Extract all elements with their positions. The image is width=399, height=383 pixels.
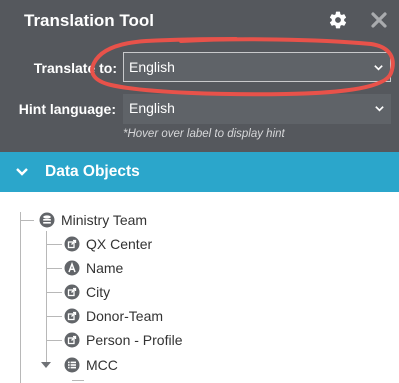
- tree-node-root[interactable]: Ministry Team: [39, 209, 147, 231]
- data-objects-tree: Ministry Team QX Center Name City Donor-…: [0, 200, 399, 383]
- tree-node-label: City: [86, 284, 111, 300]
- close-icon[interactable]: [369, 10, 389, 30]
- tree-node[interactable]: Person - Profile: [64, 329, 182, 351]
- hint-language-value: English: [129, 100, 175, 116]
- tree-node-label: Donor-Team: [86, 308, 164, 324]
- text-field-icon: [64, 260, 80, 276]
- chevron-down-icon: [375, 106, 384, 112]
- hint-language-select[interactable]: English: [123, 94, 391, 124]
- list-icon: [64, 357, 80, 373]
- data-objects-title: Data Objects: [45, 163, 140, 180]
- database-icon: [39, 212, 55, 228]
- tree-node-label: Ministry Team: [61, 212, 148, 228]
- tree-node-mcc[interactable]: MCC: [64, 354, 118, 376]
- translation-tool-panel: Translation Tool Translate to: English H…: [0, 0, 399, 152]
- hint-note: *Hover over label to display hint: [123, 128, 285, 140]
- tree-node[interactable]: Name: [64, 257, 123, 279]
- gear-icon[interactable]: [328, 10, 348, 30]
- tree-node[interactable]: Donor-Team: [64, 305, 163, 327]
- link-icon: [64, 308, 80, 324]
- tree-node-label: Name: [86, 260, 124, 276]
- data-objects-header[interactable]: Data Objects: [0, 152, 399, 192]
- caret-down-icon[interactable]: [41, 361, 51, 369]
- tree-node-label: Person - Profile: [86, 332, 183, 348]
- link-icon: [64, 236, 80, 252]
- panel-title: Translation Tool: [24, 11, 155, 30]
- translate-to-value: English: [129, 59, 175, 75]
- chevron-down-icon: [374, 65, 383, 71]
- tree-node-label: MCC: [86, 357, 118, 373]
- link-icon: [64, 332, 80, 348]
- chevron-down-icon: [16, 168, 28, 176]
- translate-to-label: Translate to:: [33, 60, 117, 76]
- translate-to-select[interactable]: English: [123, 52, 391, 82]
- link-icon: [64, 284, 80, 300]
- tree-node[interactable]: QX Center: [64, 233, 152, 255]
- tree-node[interactable]: City: [64, 281, 110, 303]
- hint-language-label: Hint language:: [18, 101, 116, 117]
- tree-node-label: QX Center: [86, 236, 153, 252]
